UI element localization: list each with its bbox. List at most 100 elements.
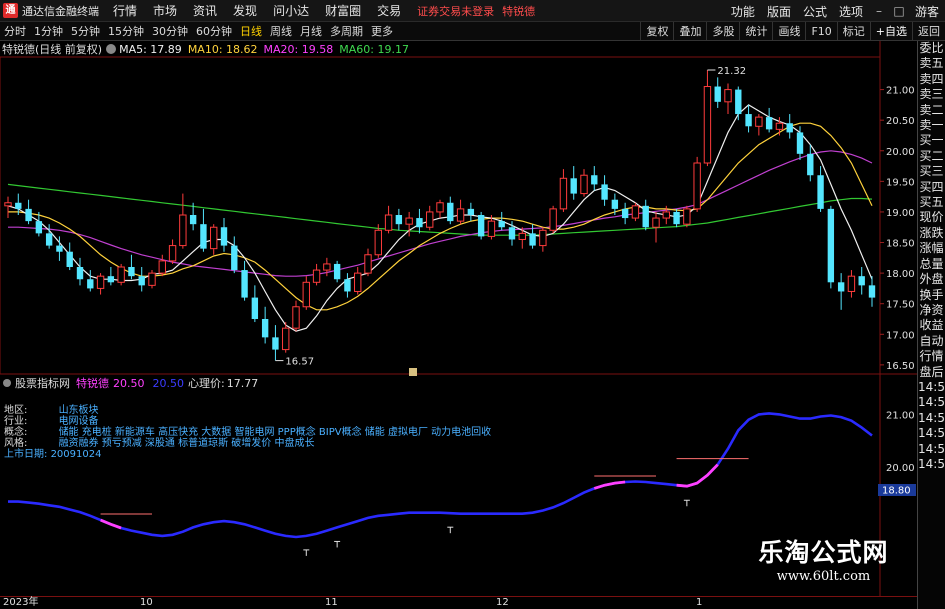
tab-30min[interactable]: 30分钟: [148, 23, 192, 39]
tab-weekly[interactable]: 周线: [266, 23, 296, 39]
side-panel-item[interactable]: 行情: [918, 349, 945, 364]
candle-up: [539, 229, 547, 247]
draw-line-button[interactable]: 画线: [772, 22, 805, 41]
candle-up: [426, 211, 434, 228]
candle-up: [405, 217, 413, 225]
tab-15min[interactable]: 15分钟: [104, 23, 148, 39]
candle-down: [35, 221, 43, 234]
candle-down: [344, 279, 351, 292]
candle-up: [4, 202, 12, 207]
side-panel-item[interactable]: 收益: [918, 318, 945, 333]
side-panel-item[interactable]: 换手: [918, 288, 945, 303]
menu-discover[interactable]: 发现: [225, 2, 265, 19]
indicator-axis-label: 21.00: [886, 410, 915, 421]
indicator-dot-icon[interactable]: [3, 379, 11, 387]
side-panel-item[interactable]: 14:50: [918, 380, 945, 395]
candle-up: [631, 205, 640, 219]
indicator-name[interactable]: 股票指标网: [15, 375, 70, 391]
menu-wealth[interactable]: 财富圈: [317, 2, 369, 19]
listing-label: 上市日期:: [4, 449, 48, 460]
mark-button[interactable]: 标记: [836, 22, 870, 41]
side-panel-item[interactable]: 14:50: [918, 442, 945, 457]
restore-rights-button[interactable]: 复权: [640, 22, 673, 41]
side-panel-item[interactable]: 买二: [918, 149, 945, 164]
side-panel-item[interactable]: 涨幅: [918, 241, 945, 256]
scroll-marker-icon[interactable]: [409, 368, 417, 376]
side-panel-item[interactable]: 14:50: [918, 395, 945, 410]
chart-area[interactable]: 21.00 20.50 20.00 19.50 19.00 18.50 18.00 17.50…: [0, 41, 917, 596]
side-panel-item[interactable]: 买五: [918, 195, 945, 210]
region-label: 地区:: [4, 405, 28, 416]
tab-more[interactable]: 更多: [367, 23, 397, 39]
ma10-value: MA10: 18.62: [187, 42, 258, 56]
price-axis-label: 19.00: [886, 208, 915, 219]
side-panel-item[interactable]: 卖五: [918, 56, 945, 71]
guest-button[interactable]: 游客: [909, 3, 945, 20]
side-panel-item[interactable]: 买四: [918, 180, 945, 195]
menu-trade[interactable]: 交易: [369, 2, 409, 19]
menu-layout[interactable]: 版面: [761, 3, 797, 20]
candle-down: [272, 337, 279, 350]
style-line: 风格: 融资融券 预亏预减 深股通 标普道琼斯 破增发价 中盘成长: [4, 438, 314, 449]
candle-up: [847, 275, 856, 292]
tab-intraday[interactable]: 分时: [0, 23, 30, 39]
candle-down: [735, 89, 742, 115]
settings-dot-icon[interactable]: [106, 44, 117, 54]
style-label: 风格:: [4, 438, 28, 449]
side-panel-item[interactable]: 卖二: [918, 103, 945, 118]
side-panel-item[interactable]: 自动: [918, 334, 945, 349]
menu-quotes[interactable]: 行情: [105, 2, 145, 19]
side-panel-item[interactable]: 卖三: [918, 87, 945, 102]
price-axis-label: 21.00: [886, 86, 915, 97]
candle-up: [755, 116, 763, 127]
side-panel-item[interactable]: 委比: [918, 41, 945, 56]
menu-market[interactable]: 市场: [145, 2, 185, 19]
side-panel-item[interactable]: 卖一: [918, 118, 945, 133]
side-panel-item[interactable]: 现价: [918, 210, 945, 225]
side-panel-item[interactable]: 买三: [918, 164, 945, 179]
tab-daily[interactable]: 日线: [236, 23, 266, 39]
menu-formula[interactable]: 公式: [797, 3, 833, 20]
tab-monthly[interactable]: 月线: [296, 23, 326, 39]
side-panel-item[interactable]: 14:50: [918, 411, 945, 426]
add-watchlist-button[interactable]: +自选: [869, 22, 912, 41]
menu-function[interactable]: 功能: [725, 3, 761, 20]
tab-multi-period[interactable]: 多周期: [326, 23, 367, 39]
industry-label: 行业:: [4, 416, 28, 427]
candle-down: [200, 224, 207, 249]
side-panel-item[interactable]: 14:50: [918, 457, 945, 472]
side-panel-item[interactable]: 14:50: [918, 426, 945, 441]
candle-down: [570, 178, 577, 194]
candle-up: [210, 226, 218, 250]
overlay-button[interactable]: 叠加: [673, 22, 706, 41]
candle-down: [231, 245, 238, 271]
back-button[interactable]: 返回: [912, 22, 945, 41]
side-panel-item[interactable]: 净资: [918, 303, 945, 318]
side-panel-item[interactable]: 买一: [918, 133, 945, 148]
statistics-button[interactable]: 统计: [739, 22, 772, 41]
side-panel-item[interactable]: 涨跌: [918, 226, 945, 241]
industry-value: 电网设备: [58, 416, 99, 427]
candle-down: [45, 233, 53, 246]
indicator-axis: 21.00 20.00 18.80: [878, 410, 916, 497]
ma20-value: MA20: 19.58: [263, 42, 334, 56]
f10-button[interactable]: F10: [805, 22, 836, 41]
candle-up: [312, 269, 321, 283]
side-panel-item[interactable]: 盘后: [918, 365, 945, 380]
login-status[interactable]: 证券交易未登录: [417, 3, 494, 19]
multi-stock-button[interactable]: 多股: [706, 22, 739, 41]
tab-5min[interactable]: 5分钟: [67, 23, 104, 39]
candle-up: [559, 177, 568, 210]
minimize-icon[interactable]: –: [869, 4, 889, 18]
menu-ask[interactable]: 问小达: [265, 2, 317, 19]
side-panel-item[interactable]: 卖四: [918, 72, 945, 87]
tab-60min[interactable]: 60分钟: [192, 23, 236, 39]
menu-options[interactable]: 选项: [833, 3, 869, 20]
candle-up: [693, 162, 701, 210]
menu-news[interactable]: 资讯: [185, 2, 225, 19]
tab-1min[interactable]: 1分钟: [30, 23, 67, 39]
side-panel-item[interactable]: 总量: [918, 257, 945, 272]
maximize-icon[interactable]: □: [889, 4, 909, 18]
listing-value: 20091024: [50, 449, 102, 460]
side-panel-item[interactable]: 外盘: [918, 272, 945, 287]
